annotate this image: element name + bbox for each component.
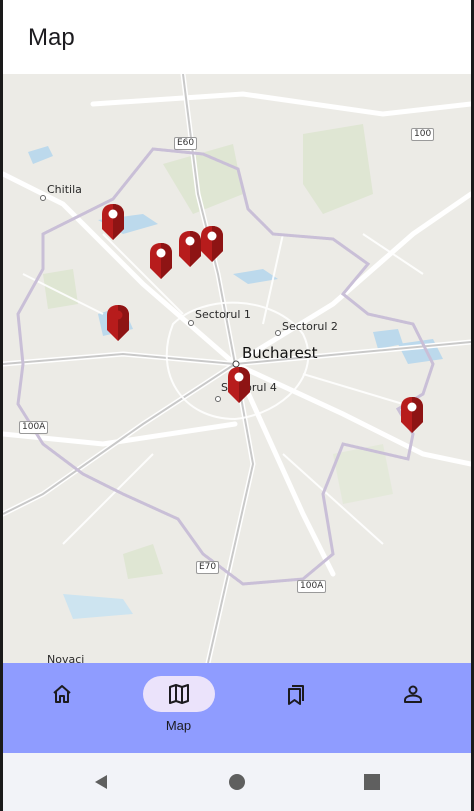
map-icon [168, 684, 189, 704]
nav-label-map: Map [165, 718, 192, 733]
road-shield-100: 100 [411, 128, 435, 141]
map-pin-marker[interactable] [400, 396, 424, 434]
map-pin-marker[interactable] [101, 203, 125, 241]
map-pin-marker[interactable] [106, 304, 130, 342]
map-pin-marker[interactable] [200, 225, 224, 263]
road-shield-e60: E60 [174, 137, 198, 150]
map-pin-marker[interactable] [227, 366, 251, 404]
nav-item-map[interactable]: Map [120, 663, 237, 753]
road-shield-e70: E70 [196, 561, 220, 574]
nav-pill [26, 676, 98, 712]
app-bar: Map [3, 0, 471, 74]
system-recents-button[interactable] [352, 753, 392, 811]
road-shield-100a-south: 100A [297, 580, 327, 593]
home-circle-icon [229, 774, 245, 790]
recents-icon [364, 774, 380, 790]
nav-item-profile[interactable] [354, 663, 471, 753]
nav-item-bookmarks[interactable] [237, 663, 354, 753]
nav-pill-active [142, 676, 215, 712]
page-title: Map [28, 24, 75, 51]
phone-frame: Map Chitila Sectorul 1 Sectorul 2 Buchar… [0, 0, 474, 811]
map-label-bucharest: Bucharest [242, 344, 318, 362]
nav-pill [377, 676, 449, 712]
nav-item-home[interactable] [3, 663, 120, 753]
system-navigation-bar [3, 753, 471, 811]
nav-pill [260, 676, 332, 712]
map-label-sectorul-2: Sectorul 2 [282, 320, 338, 333]
bookmarks-icon [287, 685, 304, 705]
person-icon [403, 685, 422, 703]
system-home-button[interactable] [217, 753, 257, 811]
bottom-navigation: Map [3, 663, 471, 753]
system-back-button[interactable] [81, 753, 121, 811]
map-pin-marker[interactable] [178, 230, 202, 268]
map-view[interactable]: Chitila Sectorul 1 Sectorul 2 Bucharest … [3, 74, 471, 663]
map-pin-marker[interactable] [149, 242, 173, 280]
map-label-novaci: Novaci [47, 653, 85, 663]
road-shield-100a-west: 100A [19, 421, 49, 434]
back-icon [95, 775, 107, 789]
home-icon [52, 685, 71, 703]
map-label-sectorul-1: Sectorul 1 [195, 308, 251, 321]
map-label-chitila: Chitila [47, 183, 82, 196]
